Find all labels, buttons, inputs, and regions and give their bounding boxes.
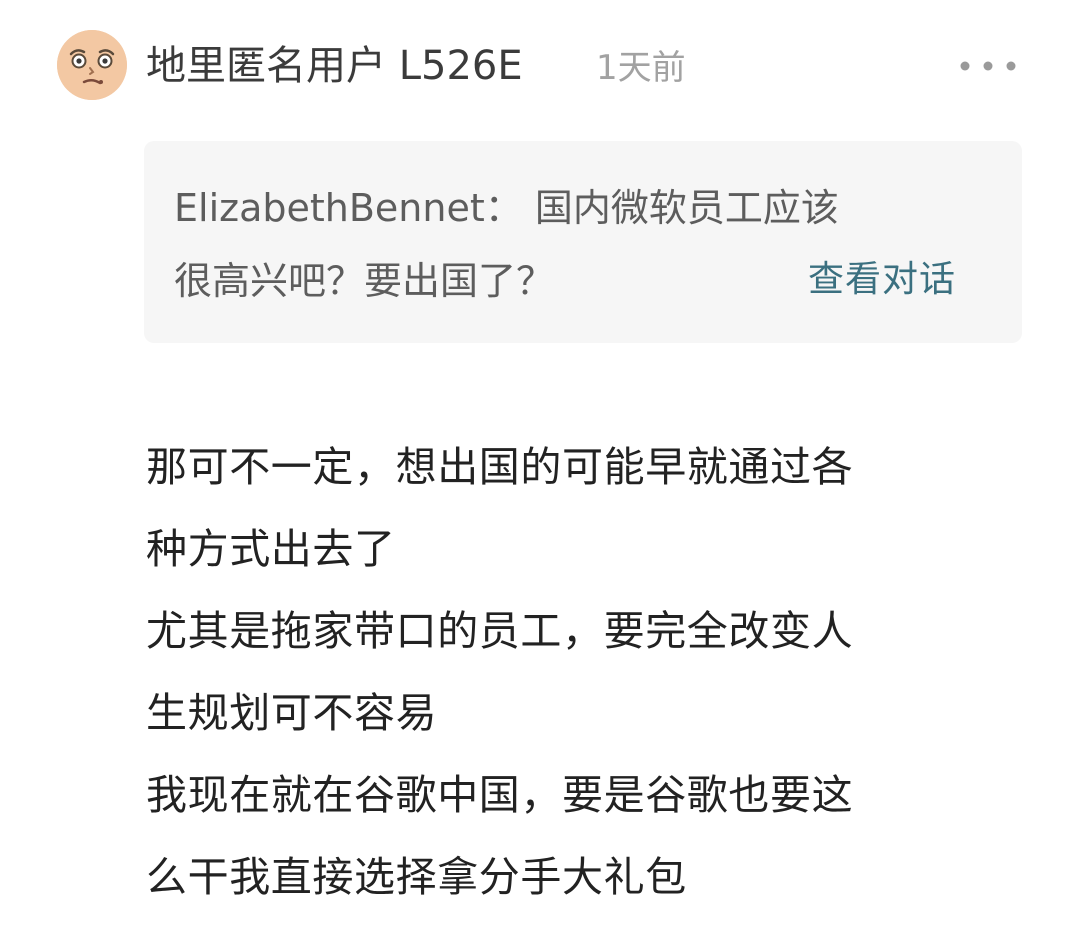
more-horizontal-icon bbox=[960, 61, 1016, 71]
view-conversation-link[interactable]: 查看对话 bbox=[798, 250, 966, 310]
face-avatar-icon bbox=[57, 30, 127, 100]
comment-body-line: 么干我直接选择拿分手大礼包 bbox=[146, 853, 687, 901]
quoted-comment: ElizabethBennet： 国内微软员工应该 很高兴吧？要出国了？ 查看对… bbox=[144, 141, 1022, 343]
comment-body-line: 生规划可不容易 bbox=[146, 689, 438, 737]
more-options-button[interactable] bbox=[955, 44, 1025, 88]
comment-header: 地里匿名用户 L526E 1天前 bbox=[0, 0, 1080, 130]
comment-body-line: 尤其是拖家带口的员工，要完全改变人 bbox=[146, 607, 854, 655]
quoted-comment-line: 很高兴吧？要出国了？ bbox=[174, 259, 555, 303]
comment-body-line: 那可不一定，想出国的可能早就通过各 bbox=[146, 443, 854, 491]
username[interactable]: 地里匿名用户 L526E bbox=[146, 40, 523, 92]
comment-body-line: 我现在就在谷歌中国，要是谷歌也要这 bbox=[146, 771, 854, 819]
comment-body: 那可不一定，想出国的可能早就通过各 种方式出去了 尤其是拖家带口的员工，要完全改… bbox=[146, 426, 1026, 918]
comment-body-line: 种方式出去了 bbox=[146, 525, 396, 573]
avatar[interactable] bbox=[57, 30, 127, 100]
quoted-comment-line: ElizabethBennet： 国内微软员工应该 bbox=[174, 186, 839, 230]
timestamp: 1天前 bbox=[596, 48, 686, 88]
